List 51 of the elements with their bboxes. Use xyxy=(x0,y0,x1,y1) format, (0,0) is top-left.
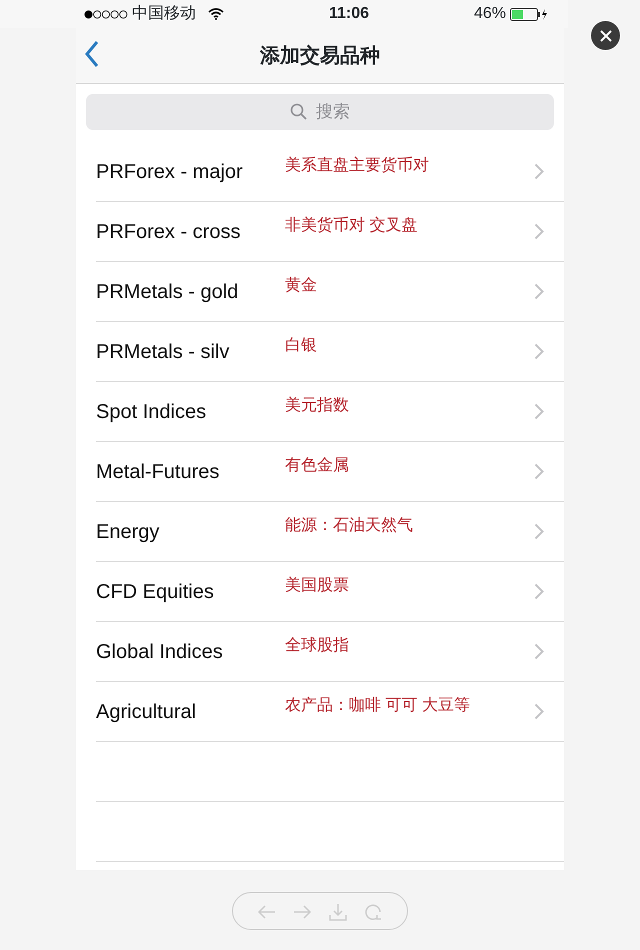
instrument-note: 美元指数 xyxy=(285,396,350,416)
wifi-icon xyxy=(208,8,224,20)
chevron-icon xyxy=(534,463,544,480)
instrument-name: Global Indices xyxy=(96,640,224,664)
instrument-row[interactable]: PRMetals - gold 黄金 xyxy=(96,262,564,322)
carrier-name: 中国移动 xyxy=(132,4,196,24)
instrument-name: Metal-Futures xyxy=(96,460,220,484)
chevron-icon xyxy=(534,403,544,420)
instrument-row[interactable]: CFD Equities 美国股票 xyxy=(96,562,564,622)
instrument-note: 美系直盘主要货币对 xyxy=(285,156,430,176)
instrument-note: 美国股票 xyxy=(285,576,350,596)
instrument-row[interactable]: PRForex - major 美系直盘主要货币对 xyxy=(96,142,564,202)
page-title: 添加交易品种 xyxy=(260,44,380,68)
instrument-row[interactable]: Agricultural 农产品：咖啡 可可 大豆等 xyxy=(96,682,564,742)
instrument-note: 农产品：咖啡 可可 大豆等 xyxy=(285,696,471,716)
back-button[interactable] xyxy=(84,40,100,68)
chevron-icon xyxy=(534,343,544,360)
instrument-row[interactable]: Energy 能源：石油天然气 xyxy=(96,502,564,562)
chevron-icon xyxy=(534,163,544,180)
instrument-name: Spot Indices xyxy=(96,400,208,424)
instrument-name: PRForex - cross xyxy=(96,220,242,244)
instrument-name: Energy xyxy=(96,520,160,544)
status-time: 11:06 xyxy=(328,4,370,24)
instrument-row[interactable]: Metal-Futures 有色金属 xyxy=(96,442,564,502)
instrument-note: 能源：石油天然气 xyxy=(285,516,414,536)
instrument-row[interactable]: PRMetals - silv 白银 xyxy=(96,322,564,382)
instrument-name: PRMetals - gold xyxy=(96,280,240,304)
chevron-icon xyxy=(534,583,544,600)
instrument-note: 全球股指 xyxy=(285,636,350,656)
instrument-name: PRForex - major xyxy=(96,160,244,184)
instrument-note: 非美货币对 交叉盘 xyxy=(285,216,418,236)
instrument-note: 有色金属 xyxy=(285,456,350,476)
battery-percent: 46% xyxy=(474,4,506,24)
instrument-row[interactable]: Spot Indices 美元指数 xyxy=(96,382,564,442)
instrument-row[interactable]: Global Indices 全球股指 xyxy=(96,622,564,682)
close-icon xyxy=(600,30,612,42)
instrument-name: Agricultural xyxy=(96,700,198,724)
instrument-note: 白银 xyxy=(285,336,318,356)
chevron-icon xyxy=(534,523,544,540)
instrument-name: CFD Equities xyxy=(96,580,215,604)
search-icon xyxy=(290,103,308,121)
chevron-icon xyxy=(534,643,544,660)
signal-icon xyxy=(84,10,128,18)
instrument-row[interactable]: PRForex - cross 非美货币对 交叉盘 xyxy=(96,202,564,262)
close-button[interactable] xyxy=(591,21,620,50)
battery-charging-icon xyxy=(510,8,548,20)
instrument-name: PRMetals - silv xyxy=(96,340,230,364)
chevron-icon xyxy=(534,703,544,720)
chevron-icon xyxy=(534,223,544,240)
chevron-icon xyxy=(534,283,544,300)
instrument-note: 黄金 xyxy=(285,276,318,296)
